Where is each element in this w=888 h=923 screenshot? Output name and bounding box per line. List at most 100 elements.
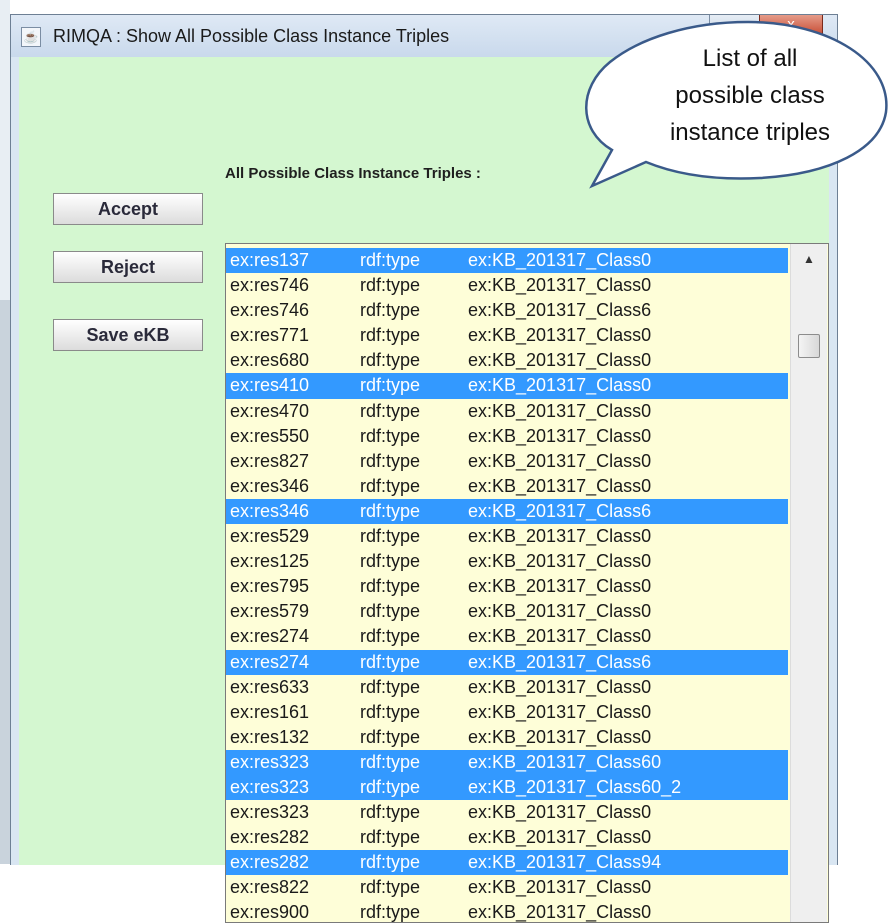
triple-subject: ex:res771 <box>230 325 310 346</box>
list-item[interactable]: ex:res323 rdf:type ex:KB_201317_Class60 <box>226 749 788 775</box>
list-item[interactable]: ex:res633 rdf:type ex:KB_201317_Class0 <box>226 675 788 700</box>
list-heading: All Possible Class Instance Triples : <box>225 165 481 182</box>
list-item[interactable]: ex:res680 rdf:type ex:KB_201317_Class0 <box>226 348 788 373</box>
list-item[interactable]: ex:res771 rdf:type ex:KB_201317_Class0 <box>226 323 788 348</box>
triple-object: ex:KB_201317_Class0 <box>468 400 652 421</box>
triple-object: ex:KB_201317_Class0 <box>468 450 652 471</box>
triple-predicate: rdf:type <box>360 751 421 772</box>
triple-object: ex:KB_201317_Class0 <box>468 375 652 396</box>
list-item[interactable]: ex:res795 rdf:type ex:KB_201317_Class0 <box>226 574 788 599</box>
scroll-up-arrow-icon[interactable]: ▲ <box>791 244 827 274</box>
dialog-content: All Possible Class Instance Triples : Ac… <box>19 57 829 923</box>
triple-subject: ex:res900 <box>230 902 310 923</box>
list-item[interactable]: ex:res410 rdf:type ex:KB_201317_Class0 <box>226 373 788 399</box>
triple-subject: ex:res161 <box>230 701 310 722</box>
list-item[interactable]: ex:res900 rdf:type ex:KB_201317_Class0 <box>226 900 788 923</box>
list-item[interactable]: ex:res323 rdf:type ex:KB_201317_Class0 <box>226 800 788 825</box>
list-item[interactable]: ex:res125 rdf:type ex:KB_201317_Class0 <box>226 549 788 574</box>
triple-predicate: rdf:type <box>360 475 421 496</box>
triple-object: ex:KB_201317_Class0 <box>468 802 652 823</box>
triple-object: ex:KB_201317_Class0 <box>468 425 652 446</box>
triple-predicate: rdf:type <box>360 676 421 697</box>
list-item[interactable]: ex:res274 rdf:type ex:KB_201317_Class0 <box>226 624 788 649</box>
callout-text: List of all possible class instance trip… <box>630 40 870 151</box>
triple-subject: ex:res323 <box>230 776 310 797</box>
triple-object: ex:KB_201317_Class0 <box>468 701 652 722</box>
list-item[interactable]: ex:res470 rdf:type ex:KB_201317_Class0 <box>226 399 788 424</box>
list-item[interactable]: ex:res827 rdf:type ex:KB_201317_Class0 <box>226 449 788 474</box>
triple-object: ex:KB_201317_Class0 <box>468 827 652 848</box>
triple-predicate: rdf:type <box>360 375 421 396</box>
window-title: RIMQA : Show All Possible Class Instance… <box>53 26 450 46</box>
triple-subject: ex:res274 <box>230 626 310 647</box>
list-item[interactable]: ex:res323 rdf:type ex:KB_201317_Class60_2 <box>226 774 788 801</box>
maximize-button[interactable] <box>709 15 761 38</box>
triple-subject: ex:res410 <box>230 375 310 396</box>
close-button[interactable]: x <box>759 15 823 38</box>
reject-button[interactable]: Reject <box>53 251 203 283</box>
triple-predicate: rdf:type <box>360 551 421 572</box>
triple-subject: ex:res795 <box>230 576 310 597</box>
triple-predicate: rdf:type <box>360 300 421 321</box>
list-item[interactable]: ex:res579 rdf:type ex:KB_201317_Class0 <box>226 599 788 624</box>
triple-object: ex:KB_201317_Class0 <box>468 576 652 597</box>
triple-object: ex:KB_201317_Class60_2 <box>468 776 682 797</box>
triple-object: ex:KB_201317_Class0 <box>468 726 652 747</box>
triple-subject: ex:res282 <box>230 827 310 848</box>
vertical-scrollbar[interactable]: ▲ <box>790 244 827 922</box>
triple-object: ex:KB_201317_Class6 <box>468 500 652 521</box>
list-item[interactable]: ex:res132 rdf:type ex:KB_201317_Class0 <box>226 725 788 750</box>
java-app-icon: ☕ <box>21 27 41 47</box>
triple-subject: ex:res274 <box>230 651 310 672</box>
triple-predicate: rdf:type <box>360 576 421 597</box>
triple-object: ex:KB_201317_Class0 <box>468 551 652 572</box>
triple-object: ex:KB_201317_Class6 <box>468 651 652 672</box>
triple-predicate: rdf:type <box>360 250 421 270</box>
triple-predicate: rdf:type <box>360 701 421 722</box>
accept-button[interactable]: Accept <box>53 193 203 225</box>
triple-subject: ex:res323 <box>230 751 310 772</box>
list-item[interactable]: ex:res282 rdf:type ex:KB_201317_Class0 <box>226 825 788 850</box>
triple-predicate: rdf:type <box>360 350 421 371</box>
triple-predicate: rdf:type <box>360 726 421 747</box>
triple-predicate: rdf:type <box>360 802 421 823</box>
list-item[interactable]: ex:res822 rdf:type ex:KB_201317_Class0 <box>226 875 788 900</box>
triple-subject: ex:res680 <box>230 350 310 371</box>
triple-subject: ex:res827 <box>230 450 310 471</box>
list-item[interactable]: ex:res161 rdf:type ex:KB_201317_Class0 <box>226 700 788 725</box>
triple-object: ex:KB_201317_Class0 <box>468 475 652 496</box>
list-item[interactable]: ex:res746 rdf:type ex:KB_201317_Class0 <box>226 273 788 298</box>
triple-subject: ex:res137 <box>230 250 310 270</box>
list-item[interactable]: ex:res274 rdf:type ex:KB_201317_Class6 <box>226 649 788 675</box>
triple-subject: ex:res132 <box>230 726 310 747</box>
triple-predicate: rdf:type <box>360 601 421 622</box>
triple-predicate: rdf:type <box>360 400 421 421</box>
triple-object: ex:KB_201317_Class0 <box>468 250 652 270</box>
scroll-thumb[interactable] <box>798 334 820 358</box>
list-item[interactable]: ex:res346 rdf:type ex:KB_201317_Class6 <box>226 498 788 525</box>
save-ekb-button[interactable]: Save eKB <box>53 319 203 351</box>
triple-predicate: rdf:type <box>360 852 421 873</box>
triple-object: ex:KB_201317_Class94 <box>468 852 662 873</box>
triple-object: ex:KB_201317_Class0 <box>468 526 652 547</box>
triple-object: ex:KB_201317_Class60 <box>468 751 662 772</box>
triple-subject: ex:res822 <box>230 877 310 898</box>
list-item[interactable]: ex:res137 rdf:type ex:KB_201317_Class0 <box>226 248 788 274</box>
list-item[interactable]: ex:res529 rdf:type ex:KB_201317_Class0 <box>226 524 788 549</box>
triple-subject: ex:res470 <box>230 400 310 421</box>
desktop-background-lower <box>0 300 10 864</box>
list-item[interactable]: ex:res550 rdf:type ex:KB_201317_Class0 <box>226 424 788 449</box>
triple-subject: ex:res125 <box>230 551 310 572</box>
triple-subject: ex:res529 <box>230 526 310 547</box>
list-item[interactable]: ex:res346 rdf:type ex:KB_201317_Class0 <box>226 474 788 499</box>
triple-object: ex:KB_201317_Class0 <box>468 325 652 346</box>
triple-subject: ex:res746 <box>230 275 310 296</box>
list-item[interactable]: ex:res282 rdf:type ex:KB_201317_Class94 <box>226 850 788 876</box>
triple-subject: ex:res323 <box>230 802 310 823</box>
callout-line-3: instance triples <box>669 119 831 146</box>
triple-object: ex:KB_201317_Class0 <box>468 626 652 647</box>
triple-predicate: rdf:type <box>360 776 421 797</box>
list-item[interactable]: ex:res746 rdf:type ex:KB_201317_Class6 <box>226 298 788 323</box>
triples-list[interactable]: ex:res137 rdf:type ex:KB_201317_Class0 ex:r… <box>225 243 829 923</box>
triple-object: ex:KB_201317_Class0 <box>468 350 652 371</box>
